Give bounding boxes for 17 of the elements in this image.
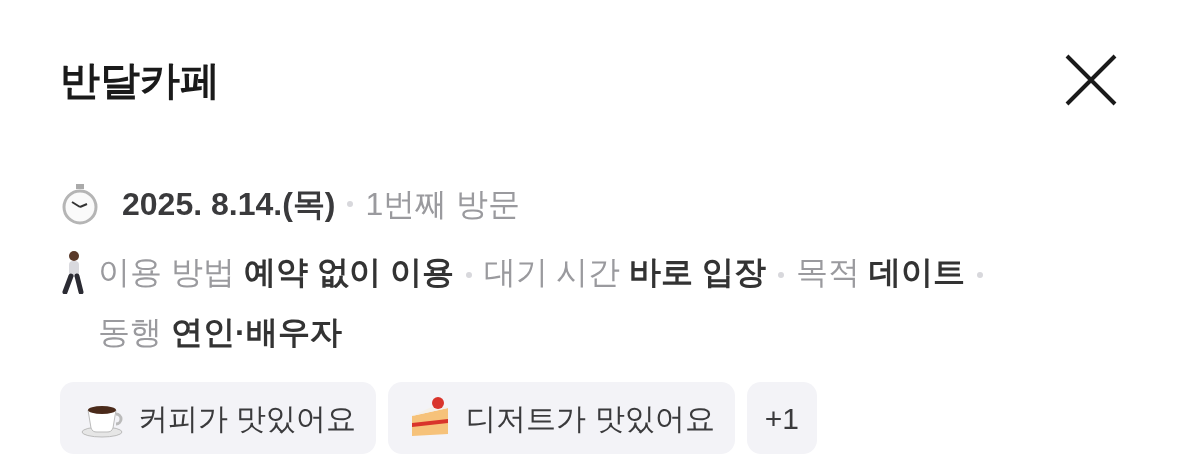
review-tag[interactable]: 디저트가 맛있어요	[388, 382, 735, 454]
more-tags-button[interactable]: +1	[746, 382, 817, 454]
visit-count: 1번째 방문	[365, 185, 521, 224]
detail-label: 목적	[796, 254, 861, 290]
detail-value: 바로 입장	[629, 254, 767, 290]
detail-label: 대기 시간	[483, 254, 621, 290]
stopwatch-icon	[60, 183, 100, 225]
close-button[interactable]	[1063, 52, 1119, 108]
detail-label: 동행	[98, 314, 162, 350]
visit-date: 2025. 8.14.(목)	[122, 185, 336, 224]
detail-label: 이용 방법	[98, 254, 235, 290]
detail-value: 예약 없이 이용	[243, 254, 454, 290]
detail-value: 데이트	[869, 254, 966, 290]
review-tag[interactable]: 커피가 맛있어요	[60, 382, 377, 454]
place-title: 반달카페	[60, 57, 220, 104]
walking-person-icon	[60, 250, 86, 294]
detail-value: 연인·배우자	[170, 314, 342, 350]
